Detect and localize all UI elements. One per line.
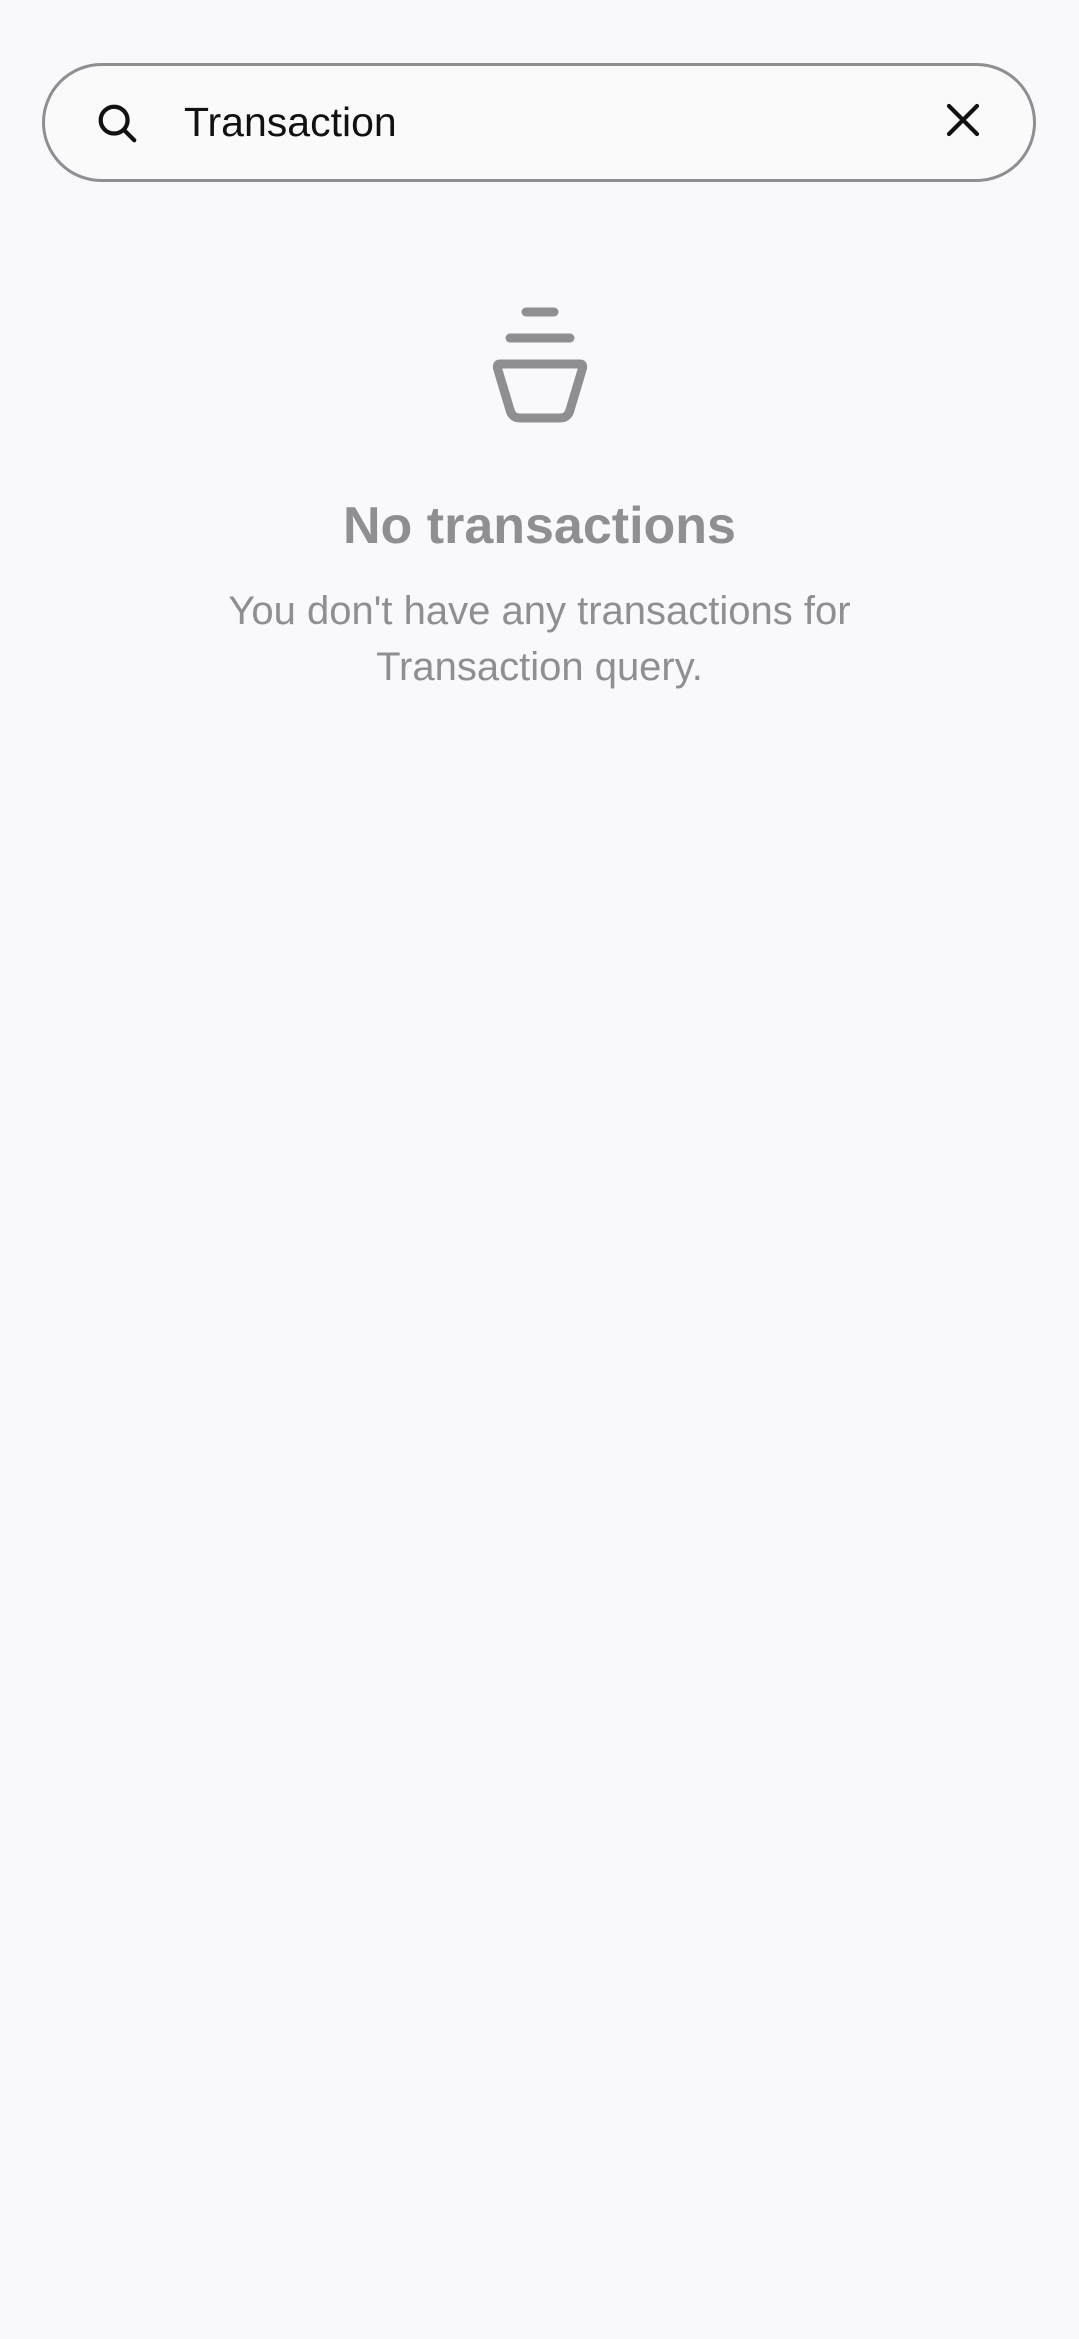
search-results-screen: No transactions You don't have any trans… bbox=[0, 0, 1079, 2339]
empty-basket-icon bbox=[470, 300, 610, 440]
search-bar[interactable] bbox=[42, 63, 1036, 182]
empty-state-message: You don't have any transactions for Tran… bbox=[228, 588, 851, 689]
empty-state: No transactions You don't have any trans… bbox=[0, 300, 1079, 695]
search-icon bbox=[91, 97, 143, 149]
search-input[interactable] bbox=[184, 87, 923, 158]
clear-search-button[interactable] bbox=[935, 95, 991, 151]
empty-state-title: No transactions bbox=[343, 497, 736, 555]
close-icon bbox=[942, 99, 984, 146]
